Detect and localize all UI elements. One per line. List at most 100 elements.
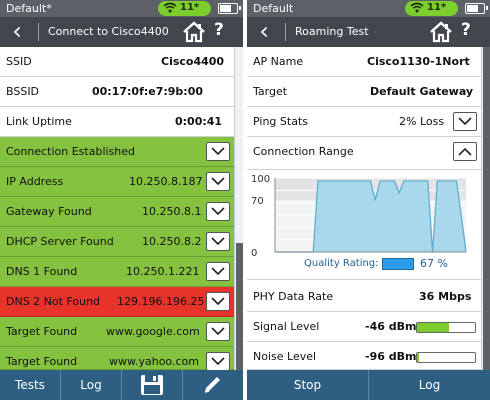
- chevron-up-icon[interactable]: [453, 142, 477, 161]
- wifi-status-pill: 11*: [158, 1, 211, 16]
- noise-meter: [416, 352, 476, 363]
- help-icon[interactable]: ?: [461, 20, 471, 40]
- row-label: Target Found: [6, 325, 78, 338]
- page-title: Connect to Cisco4400: [48, 25, 169, 38]
- row-label: Target Found: [6, 355, 78, 368]
- row-value: Cisco4400: [161, 55, 225, 68]
- row-label: Connection Established: [6, 145, 136, 158]
- nav-bar: ‹ Roaming Test ?: [247, 17, 490, 47]
- chevron-down-icon[interactable]: [206, 172, 230, 191]
- divider: [38, 23, 39, 41]
- home-icon[interactable]: [429, 21, 453, 43]
- tests-button[interactable]: Tests: [0, 370, 61, 400]
- status-bar: Default* 11*: [0, 0, 243, 17]
- signal-level-row: Signal Level -46 dBm: [247, 312, 481, 342]
- connection-established-row[interactable]: Connection Established: [0, 137, 234, 167]
- row-label: DNS 2 Not Found: [6, 295, 101, 308]
- connection-range-row[interactable]: Connection Range: [247, 137, 481, 170]
- row-label: Link Uptime: [6, 115, 72, 128]
- dns2-not-found-row[interactable]: DNS 2 Not Found 129.196.196.25: [0, 287, 234, 317]
- y-tick-label: 70: [251, 196, 264, 207]
- row-value: 36 Mbps: [419, 290, 472, 303]
- chevron-down-icon[interactable]: [206, 202, 230, 221]
- row-value: www.yahoo.com: [109, 355, 199, 368]
- chevron-down-icon[interactable]: [206, 232, 230, 251]
- nav-bar: ‹ Connect to Cisco4400 ?: [0, 17, 243, 47]
- row-label: Signal Level: [253, 320, 320, 333]
- right-screen: Default 11* ‹ Roaming Test ? AP Name Cis…: [247, 0, 490, 400]
- noise-level-row: Noise Level -96 dBm: [247, 342, 481, 370]
- row-label: PHY Data Rate: [253, 290, 334, 303]
- left-screen: Default* 11* ‹ Connect to Cisco4400 ? SS…: [0, 0, 243, 400]
- battery-icon: [465, 3, 488, 14]
- bssid-row: BSSID 00:17:0f:e7:9b:00: [0, 77, 234, 107]
- scrollbar-thumb[interactable]: [236, 243, 243, 370]
- row-label: SSID: [6, 55, 32, 68]
- wifi-icon: [410, 2, 424, 16]
- ssid-row: SSID Cisco4400: [0, 47, 234, 77]
- chevron-down-icon[interactable]: [453, 112, 477, 131]
- back-arrow-icon[interactable]: ‹: [4, 18, 30, 46]
- dns1-found-row[interactable]: DNS 1 Found 10.250.1.221: [0, 257, 234, 287]
- row-value: 10.250.8.1: [142, 205, 202, 218]
- divider: [285, 23, 286, 41]
- profile-name: Default: [253, 2, 294, 15]
- save-button[interactable]: [122, 370, 183, 400]
- wifi-channel: 11*: [427, 2, 447, 13]
- row-value: -46 dBm: [365, 320, 417, 333]
- y-tick-label: 100: [251, 174, 270, 185]
- scrollbar-thumb[interactable]: [483, 47, 490, 370]
- chevron-down-icon[interactable]: [206, 142, 230, 161]
- row-label: DHCP Server Found: [6, 235, 114, 248]
- target-found-row[interactable]: Target Found www.google.com: [0, 317, 234, 347]
- log-button[interactable]: Log: [61, 370, 122, 400]
- gateway-found-row[interactable]: Gateway Found 10.250.8.1: [0, 197, 234, 227]
- row-value: Default Gateway: [370, 85, 474, 98]
- row-value: www.google.com: [106, 325, 200, 338]
- signal-meter: [416, 322, 476, 333]
- row-value: 10.250.8.2: [142, 235, 202, 248]
- chevron-down-icon[interactable]: [206, 262, 230, 281]
- phy-data-rate-row: PHY Data Rate 36 Mbps: [247, 282, 481, 312]
- bottom-toolbar: Tests Log: [0, 370, 243, 400]
- scrollbar[interactable]: [481, 47, 490, 370]
- chevron-down-icon[interactable]: [206, 322, 230, 341]
- ping-stats-row[interactable]: Ping Stats 2% Loss: [247, 107, 481, 137]
- row-label: Target: [253, 85, 288, 98]
- ip-address-row[interactable]: IP Address 10.250.8.187: [0, 167, 234, 197]
- profile-name: Default*: [6, 2, 52, 15]
- ap-name-row: AP Name Cisco1130-1Nort: [247, 47, 481, 77]
- scrollbar[interactable]: [234, 47, 243, 370]
- row-label: AP Name: [253, 55, 304, 68]
- row-value: -96 dBm: [365, 350, 417, 363]
- quality-value: 67 %: [420, 257, 448, 270]
- row-label: Noise Level: [253, 350, 317, 363]
- stop-button[interactable]: Stop: [247, 370, 369, 400]
- floppy-disk-icon: [140, 374, 164, 400]
- wifi-channel: 11*: [180, 2, 200, 13]
- noise-meter-fill: [417, 353, 419, 362]
- edit-button[interactable]: [183, 370, 243, 400]
- home-icon[interactable]: [182, 21, 206, 43]
- row-value: 10.250.1.221: [126, 265, 200, 278]
- row-label: Ping Stats: [253, 115, 308, 128]
- chevron-down-icon[interactable]: [206, 292, 230, 311]
- y-tick-label: 0: [251, 248, 257, 259]
- dhcp-server-found-row[interactable]: DHCP Server Found 10.250.8.2: [0, 227, 234, 257]
- row-label: Gateway Found: [6, 205, 92, 218]
- target-found-row[interactable]: Target Found www.yahoo.com: [0, 347, 234, 371]
- log-button[interactable]: Log: [369, 370, 490, 400]
- signal-meter-fill: [417, 323, 449, 332]
- battery-icon: [218, 3, 241, 14]
- row-value: Cisco1130-1Nort: [367, 55, 470, 68]
- wifi-status-pill: 11*: [405, 1, 458, 16]
- help-icon[interactable]: ?: [214, 20, 224, 40]
- row-value: 10.250.8.187: [129, 175, 203, 188]
- pencil-icon: [202, 375, 224, 400]
- chevron-down-icon[interactable]: [206, 352, 230, 371]
- row-label: IP Address: [6, 175, 64, 188]
- quality-bar: [382, 258, 414, 270]
- back-arrow-icon[interactable]: ‹: [251, 18, 277, 46]
- target-row: Target Default Gateway: [247, 77, 481, 107]
- quality-label: Quality Rating:: [304, 258, 379, 269]
